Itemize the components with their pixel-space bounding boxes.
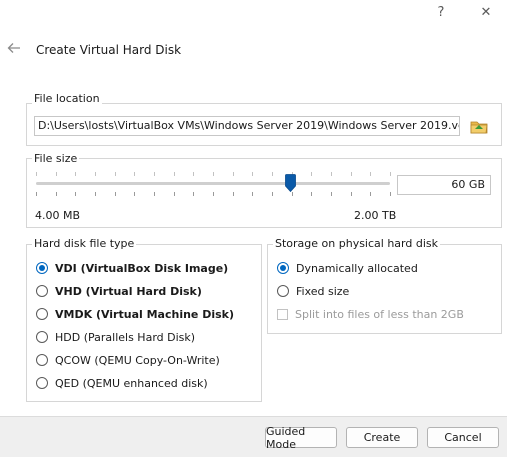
slider-tick: [252, 172, 253, 176]
slider-tick: [154, 172, 155, 176]
radio-qcow[interactable]: QCOW (QEMU Copy-On-Write): [36, 351, 220, 369]
slider-tick: [75, 172, 76, 176]
slider-tick: [36, 172, 37, 176]
radio-button[interactable]: [36, 377, 48, 389]
radio-button[interactable]: [36, 285, 48, 297]
radio-label: QCOW (QEMU Copy-On-Write): [55, 353, 220, 367]
slider-tick: [233, 172, 234, 176]
radio-button[interactable]: [277, 285, 289, 297]
slider-tick: [213, 192, 214, 196]
help-button[interactable]: ?: [425, 0, 457, 24]
guided-mode-button[interactable]: Guided Mode: [265, 425, 337, 451]
split-files-checkbox[interactable]: [277, 308, 288, 320]
radio-label: VHD (Virtual Hard Disk): [55, 284, 202, 298]
file-size-label: File size: [32, 152, 80, 165]
slider-tick: [370, 192, 371, 196]
file-location-label: File location: [32, 92, 102, 105]
size-slider-handle[interactable]: [285, 174, 296, 192]
radio-button[interactable]: [36, 308, 48, 320]
slider-tick: [390, 192, 391, 196]
disk-type-label: Hard disk file type: [32, 237, 137, 250]
radio-button[interactable]: [36, 354, 48, 366]
slider-tick: [351, 192, 352, 196]
split-files-checkbox-row[interactable]: Split into files of less than 2GB: [277, 305, 464, 323]
slider-tick: [56, 172, 57, 176]
slider-tick: [75, 192, 76, 196]
slider-tick: [115, 192, 116, 196]
slider-tick: [36, 192, 37, 196]
radio-vdi[interactable]: VDI (VirtualBox Disk Image): [36, 259, 228, 277]
slider-tick: [311, 172, 312, 176]
radio-label: VDI (VirtualBox Disk Image): [55, 261, 229, 275]
split-files-label: Split into files of less than 2GB: [295, 307, 464, 321]
size-max-label: 2.00 TB: [354, 209, 397, 222]
slider-tick: [193, 192, 194, 196]
storage-label: Storage on physical hard disk: [273, 237, 440, 250]
slider-tick: [311, 192, 312, 196]
slider-tick: [331, 192, 332, 196]
folder-icon[interactable]: [469, 116, 489, 136]
create-button[interactable]: Create: [346, 427, 418, 448]
slider-tick: [213, 172, 214, 176]
slider-tick: [95, 192, 96, 196]
slider-tick: [95, 172, 96, 176]
size-slider-track[interactable]: [36, 182, 390, 185]
slider-tick: [193, 172, 194, 176]
slider-tick: [272, 192, 273, 196]
back-arrow-icon[interactable]: [6, 40, 22, 56]
radio-label: VMDK (Virtual Machine Disk): [55, 307, 235, 321]
radio-fixed[interactable]: Fixed size: [277, 282, 349, 300]
slider-tick: [174, 192, 175, 196]
slider-tick: [233, 192, 234, 196]
slider-tick: [115, 172, 116, 176]
radio-button[interactable]: [36, 331, 48, 343]
radio-button[interactable]: [277, 262, 289, 274]
radio-label: Dynamically allocated: [296, 261, 418, 275]
slider-tick: [331, 172, 332, 176]
radio-label: Fixed size: [296, 284, 350, 298]
slider-tick: [56, 192, 57, 196]
slider-tick: [134, 172, 135, 176]
file-path-input[interactable]: D:\Users\losts\VirtualBox VMs\Windows Se…: [34, 116, 460, 136]
cancel-button[interactable]: Cancel: [427, 427, 499, 448]
slider-tick: [351, 172, 352, 176]
slider-tick: [370, 172, 371, 176]
slider-tick: [390, 172, 391, 176]
wizard-title: Create Virtual Hard Disk: [36, 43, 182, 57]
radio-vhd[interactable]: VHD (Virtual Hard Disk): [36, 282, 202, 300]
slider-tick: [174, 172, 175, 176]
slider-tick: [292, 192, 293, 196]
slider-tick: [272, 172, 273, 176]
radio-button[interactable]: [36, 262, 48, 274]
slider-tick: [154, 192, 155, 196]
radio-qed[interactable]: QED (QEMU enhanced disk): [36, 374, 208, 392]
radio-label: QED (QEMU enhanced disk): [55, 376, 208, 390]
radio-hdd[interactable]: HDD (Parallels Hard Disk): [36, 328, 195, 346]
slider-tick: [252, 192, 253, 196]
close-button[interactable]: ✕: [470, 0, 502, 24]
slider-tick: [134, 192, 135, 196]
size-input[interactable]: 60 GB: [397, 175, 491, 195]
size-min-label: 4.00 MB: [35, 209, 81, 222]
radio-label: HDD (Parallels Hard Disk): [55, 330, 196, 344]
radio-vmdk[interactable]: VMDK (Virtual Machine Disk): [36, 305, 234, 323]
radio-dynamic[interactable]: Dynamically allocated: [277, 259, 418, 277]
